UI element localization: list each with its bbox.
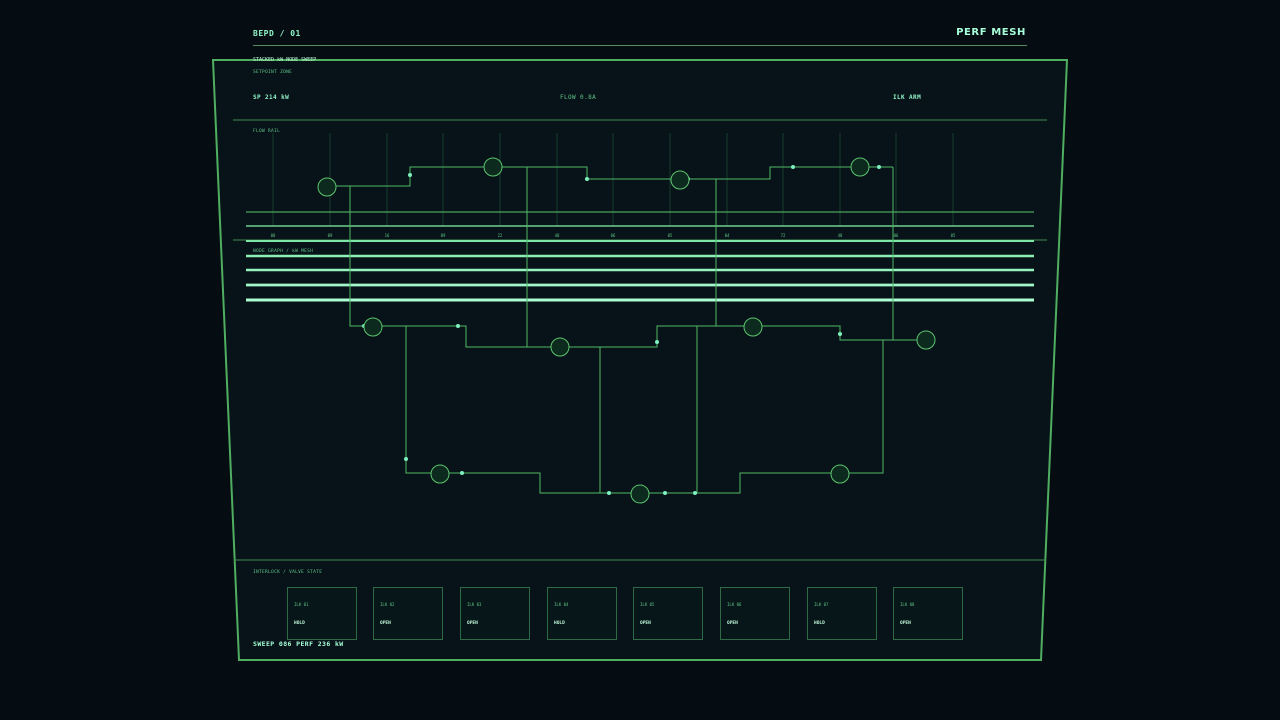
valve-state: OPEN <box>640 621 651 626</box>
sweep-footer: SWEEP 086 PERF 236 kW <box>253 640 344 648</box>
valve-card[interactable]: ILK 03 OPEN <box>460 587 530 640</box>
mesh-node <box>430 464 450 484</box>
flow-rail-tick: 72 <box>781 233 786 238</box>
junction-dot <box>404 457 408 461</box>
junction-dot <box>456 324 460 328</box>
mesh-node <box>850 157 870 177</box>
valve-card[interactable]: ILK 02 OPEN <box>373 587 443 640</box>
flow-rail-tick: 04 <box>725 233 730 238</box>
valve-id: ILK 03 <box>467 602 482 607</box>
valve-id: ILK 05 <box>640 602 655 607</box>
flow-rail-tick: 06 <box>611 233 616 238</box>
junction-dot <box>877 165 881 169</box>
valve-id: ILK 02 <box>380 602 395 607</box>
mesh-node <box>363 317 383 337</box>
valve-id: ILK 04 <box>554 602 569 607</box>
mesh-node <box>670 170 690 190</box>
junction-dot <box>655 340 659 344</box>
flow-rail-tick: 09 <box>328 233 333 238</box>
junction-dot <box>838 332 842 336</box>
flow-rail-tick: 05 <box>668 233 673 238</box>
mesh-node <box>830 464 850 484</box>
valve-id: ILK 08 <box>900 602 915 607</box>
flow-rail-label: FLOW RAIL <box>253 129 281 134</box>
valve-card[interactable]: ILK 07 HOLD <box>807 587 877 640</box>
junction-dot <box>585 177 589 181</box>
valve-id: ILK 06 <box>727 602 742 607</box>
junction-dot <box>663 491 667 495</box>
valve-state: OPEN <box>727 621 738 626</box>
flow-rail-tick: 05 <box>951 233 956 238</box>
valve-state: HOLD <box>554 621 565 626</box>
valve-state: OPEN <box>467 621 478 626</box>
interlock-arm-readout: ILK ARM <box>893 94 922 101</box>
junction-dot <box>460 471 464 475</box>
mesh-node <box>916 330 936 350</box>
valve-card[interactable]: ILK 04 HOLD <box>547 587 617 640</box>
valve-state: OPEN <box>900 621 911 626</box>
valve-state: OPEN <box>380 621 391 626</box>
mesh-node <box>743 317 763 337</box>
node-graph-label: NODE GRAPH / kW MESH <box>253 249 314 254</box>
junction-dot <box>693 491 697 495</box>
strip-title: STACKED kW NODE SWEEP <box>253 57 317 63</box>
interlock-label: INTERLOCK / VALVE STATE <box>253 570 323 575</box>
valve-state: HOLD <box>294 621 305 626</box>
valve-card[interactable]: ILK 01 HOLD <box>287 587 357 640</box>
flow-rail-tick: 09 <box>441 233 446 238</box>
junction-dot <box>791 165 795 169</box>
mesh-node <box>317 177 337 197</box>
flow-readout: FLOW 0.8A <box>560 94 597 101</box>
setpoint-zone-label: SETPOINT ZONE <box>253 70 293 75</box>
mesh-node <box>630 484 650 504</box>
flow-rail-tick: 48 <box>838 233 843 238</box>
valve-card[interactable]: ILK 05 OPEN <box>633 587 703 640</box>
mesh-node <box>483 157 503 177</box>
flow-rail-tick: 06 <box>894 233 899 238</box>
flow-rail-tick: 16 <box>385 233 390 238</box>
panel-frame <box>211 59 1069 661</box>
valve-state: HOLD <box>814 621 825 626</box>
valve-id: ILK 01 <box>294 602 309 607</box>
valve-id: ILK 07 <box>814 602 829 607</box>
valve-card[interactable]: ILK 08 OPEN <box>893 587 963 640</box>
junction-dot <box>408 173 412 177</box>
flow-rail-tick: 08 <box>271 233 276 238</box>
mesh-node <box>550 337 570 357</box>
flow-rail-tick: 22 <box>498 233 503 238</box>
valve-card[interactable]: ILK 06 OPEN <box>720 587 790 640</box>
setpoint-readout: SP 214 kW <box>253 94 290 101</box>
flow-rail-tick: 48 <box>555 233 560 238</box>
junction-dot <box>607 491 611 495</box>
